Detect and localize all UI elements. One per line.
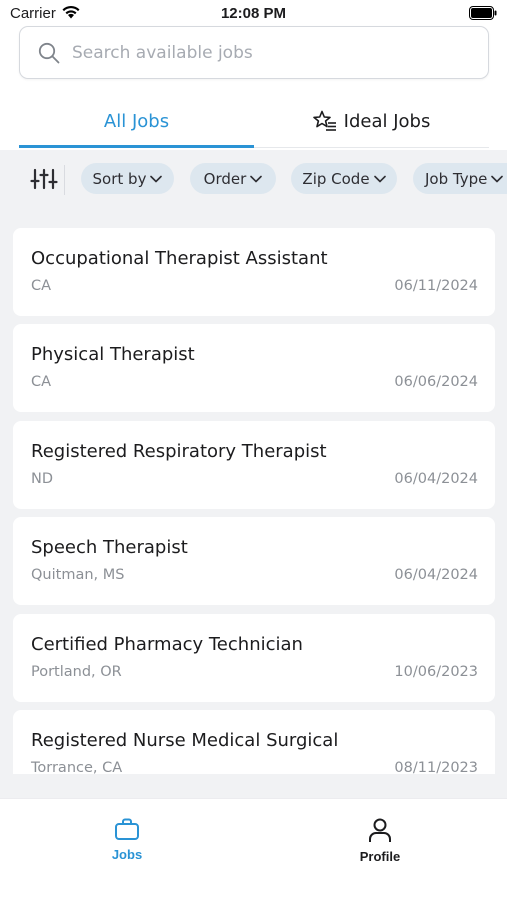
search-icon — [38, 42, 60, 69]
active-tab-indicator — [19, 145, 254, 148]
job-location: Quitman, MS — [31, 567, 125, 583]
job-date: 06/11/2024 — [394, 278, 478, 294]
job-location: CA — [31, 374, 52, 390]
order-chip[interactable]: Order — [190, 163, 276, 194]
job-title: Speech Therapist — [31, 537, 188, 558]
briefcase-icon — [115, 818, 139, 840]
status-time: 12:08 PM — [220, 5, 287, 22]
job-card[interactable]: Speech Therapist Quitman, MS 06/04/2024 — [13, 517, 495, 605]
job-card[interactable]: Physical Therapist CA 06/06/2024 — [13, 324, 495, 412]
tab-ideal-jobs[interactable]: Ideal Jobs — [254, 96, 489, 146]
job-title: Occupational Therapist Assistant — [31, 248, 328, 269]
nav-jobs-label: Jobs — [111, 847, 143, 862]
job-type-label: Job Type — [425, 169, 488, 188]
zip-code-chip[interactable]: Zip Code — [291, 163, 397, 194]
chevron-down-icon — [373, 175, 386, 182]
job-location: ND — [31, 471, 54, 487]
sort-by-label: Sort by — [92, 169, 147, 188]
sort-by-chip[interactable]: Sort by — [81, 163, 174, 194]
job-location: Portland, OR — [31, 664, 122, 680]
job-date: 10/06/2023 — [394, 664, 478, 680]
sliders-icon — [30, 168, 58, 190]
person-icon — [369, 818, 391, 842]
job-card[interactable]: Occupational Therapist Assistant CA 06/1… — [13, 228, 495, 316]
chevron-down-icon — [491, 175, 504, 182]
filter-row: Sort by Order Zip Code Job Type — [0, 150, 507, 210]
job-card[interactable]: Certified Pharmacy Technician Portland, … — [13, 614, 495, 702]
jobs-content: Sort by Order Zip Code Job Type Occupati… — [0, 150, 507, 800]
chevron-down-icon — [250, 175, 263, 182]
search-box[interactable] — [19, 26, 489, 79]
bottom-nav: Jobs Profile — [0, 798, 507, 900]
status-bar: Carrier 12:08 PM — [0, 0, 507, 26]
job-title: Registered Respiratory Therapist — [31, 441, 327, 462]
tab-all-jobs-label: All Jobs — [103, 110, 170, 132]
job-location: CA — [31, 278, 52, 294]
zip-code-label: Zip Code — [302, 169, 370, 188]
job-card[interactable]: Registered Respiratory Therapist ND 06/0… — [13, 421, 495, 509]
job-type-chip[interactable]: Job Type — [413, 163, 507, 194]
job-tabs: All Jobs Ideal Jobs — [0, 96, 507, 148]
filter-settings-button[interactable] — [30, 167, 60, 193]
nav-profile-label: Profile — [359, 849, 401, 864]
list-clip — [0, 774, 507, 800]
filter-separator — [64, 165, 65, 195]
nav-jobs[interactable]: Jobs — [67, 817, 187, 869]
order-label: Order — [203, 169, 247, 188]
job-date: 06/04/2024 — [394, 471, 478, 487]
tab-ideal-jobs-label: Ideal Jobs — [343, 110, 431, 132]
chevron-down-icon — [150, 175, 163, 182]
job-title: Certified Pharmacy Technician — [31, 634, 303, 655]
battery-icon — [469, 6, 497, 25]
job-date: 06/06/2024 — [394, 374, 478, 390]
star-list-icon — [312, 110, 336, 131]
search-input[interactable] — [72, 35, 472, 71]
nav-profile[interactable]: Profile — [320, 817, 440, 869]
job-title: Physical Therapist — [31, 344, 195, 365]
job-date: 06/04/2024 — [394, 567, 478, 583]
job-title: Registered Nurse Medical Surgical — [31, 730, 339, 751]
tab-all-jobs[interactable]: All Jobs — [19, 96, 254, 146]
